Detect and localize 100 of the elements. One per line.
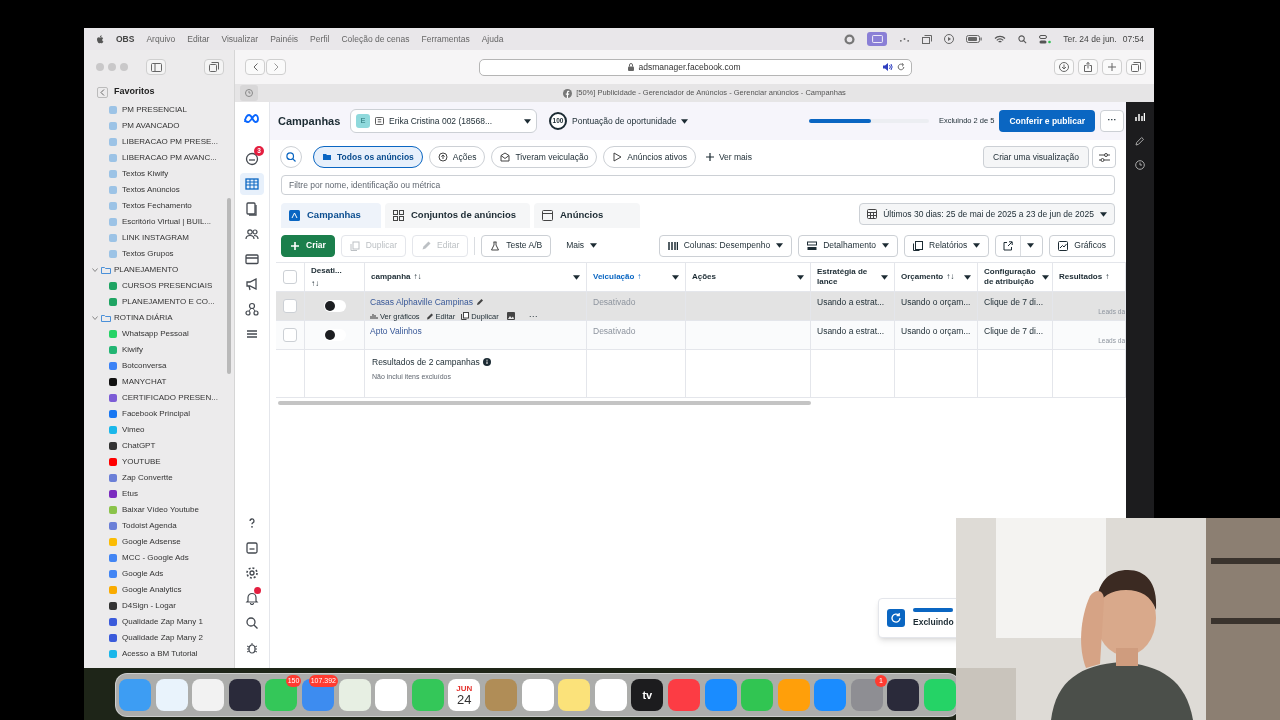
bookmark-item[interactable]: Whatsapp Pessoal <box>84 326 234 342</box>
bookmark-item[interactable]: CERTIFICADO PRESEN... <box>84 390 234 406</box>
scrollbar[interactable] <box>227 198 231 374</box>
search-icon[interactable] <box>1018 34 1028 44</box>
filter-chip[interactable]: Anúncios ativos <box>603 146 696 168</box>
bookmark-item[interactable]: MANYCHAT <box>84 374 234 390</box>
column-header[interactable]: Ações <box>686 263 811 292</box>
bookmark-item[interactable]: Kiwify <box>84 342 234 358</box>
see-more-button[interactable]: Ver mais <box>701 146 756 168</box>
speaker-icon[interactable] <box>883 63 893 71</box>
filter-chip[interactable]: Todos os anúncios <box>313 146 423 168</box>
dots-icon[interactable] <box>899 35 911 43</box>
bookmark-item[interactable]: CURSOS PRESENCIAIS <box>84 278 234 294</box>
sidebar-toggle[interactable] <box>146 59 166 75</box>
bookmark-item[interactable]: ChatGPT <box>84 438 234 454</box>
sort-indicator[interactable]: ↑↓ <box>946 272 955 282</box>
tab[interactable]: Conjuntos de anúncios <box>385 203 530 228</box>
toolbar-button[interactable]: Teste A/B <box>481 234 552 257</box>
checkbox[interactable] <box>283 270 297 284</box>
share-button[interactable] <box>1078 59 1098 75</box>
sort-indicator[interactable]: ↑↓ <box>311 278 319 289</box>
bookmark-item[interactable]: Textos Fechamento <box>84 198 234 214</box>
campaign-link[interactable]: Apto Valinhos <box>370 325 422 338</box>
download-button[interactable] <box>1054 59 1074 75</box>
column-header[interactable]: Estratégia de lance <box>811 263 895 292</box>
more-actions-button[interactable]: ··· <box>528 312 538 321</box>
column-header[interactable]: Orçamento ↑↓ <box>895 263 978 292</box>
bookmark-item[interactable]: Google Adsense <box>84 534 234 550</box>
bookmark-item[interactable]: LIBERACAO PM PRESE... <box>84 134 234 150</box>
create-view-button[interactable]: Criar uma visualização <box>983 146 1089 168</box>
horizontal-scrollbar[interactable] <box>278 401 811 405</box>
bookmark-item[interactable]: PM PRESENCIAL <box>84 102 234 118</box>
bookmark-item[interactable]: Todoist Agenda <box>84 518 234 534</box>
tab-overview-button[interactable] <box>1126 59 1146 75</box>
toolbar-button[interactable]: Colunas: Desempenho <box>658 234 793 257</box>
bookmark-item[interactable]: Google Ads <box>84 566 234 582</box>
bookmark-item[interactable]: MCC - Google Ads <box>84 550 234 566</box>
bookmark-item[interactable]: Google Analytics <box>84 582 234 598</box>
campaign-link[interactable]: Casas Alphaville Campinas <box>370 296 473 309</box>
window-icon[interactable] <box>922 34 933 44</box>
menu-item[interactable]: Coleção de cenas <box>341 32 410 46</box>
bookmark-item[interactable]: Etus <box>84 486 234 502</box>
toolbar-button[interactable]: Detalhamento <box>798 234 899 257</box>
bookmark-item[interactable]: LINK INSTAGRAM <box>84 230 234 246</box>
toolbar-button[interactable]: Relatórios <box>904 234 990 257</box>
app-icon[interactable]: JUN 24 <box>448 679 481 711</box>
bookmark-item[interactable]: Acesso a BM Tutorial <box>84 646 234 662</box>
checkbox[interactable] <box>283 299 297 313</box>
bookmark-item[interactable]: Escritório Virtual | BUIL... <box>84 214 234 230</box>
more-button[interactable]: ··· <box>1100 110 1124 132</box>
app-menu[interactable]: OBS <box>116 32 135 46</box>
menu-item[interactable]: Painéis <box>270 32 299 46</box>
menu-item[interactable]: Ajuda <box>481 32 504 46</box>
chart-icon[interactable] <box>1135 112 1145 122</box>
tab-button[interactable] <box>240 85 258 101</box>
column-header[interactable]: Desati... ↑↓ <box>305 263 365 292</box>
menu-item[interactable]: Arquivo <box>146 32 176 46</box>
app-icon[interactable]: tv <box>631 679 664 711</box>
wifi-icon[interactable] <box>994 34 1007 44</box>
bookmark-folder[interactable]: ROTINA DIÁRIA <box>84 310 234 326</box>
settings-button[interactable] <box>1092 146 1116 168</box>
publish-button[interactable]: Conferir e publicar <box>999 110 1095 132</box>
bookmark-folder[interactable]: PLANEJAMENTO <box>84 262 234 278</box>
search-field[interactable]: Filtre por nome, identificação ou métrica <box>281 175 1115 195</box>
bookmark-item[interactable]: Qualidade Zap Many 1 <box>84 614 234 630</box>
bookmark-item[interactable]: Textos Grupos <box>84 246 234 262</box>
bookmark-item[interactable]: Vimeo <box>84 422 234 438</box>
back-button[interactable] <box>245 59 265 75</box>
campaigns-button[interactable] <box>240 173 264 195</box>
bookmark-item[interactable]: Textos Kiwify <box>84 166 234 182</box>
menu-item[interactable]: Ferramentas <box>421 32 470 46</box>
obs-icon[interactable] <box>844 33 856 45</box>
pencil-icon[interactable] <box>1135 136 1145 146</box>
bookmark-item[interactable]: Qualidade Zap Many 2 <box>84 630 234 646</box>
sort-indicator[interactable]: ↑ <box>1105 272 1110 282</box>
image-icon[interactable] <box>506 312 515 321</box>
play-icon[interactable] <box>944 34 955 44</box>
column-header[interactable]: Resultados ↑ <box>1053 263 1126 292</box>
clock-icon[interactable] <box>1135 160 1145 170</box>
toolbar-button[interactable]: Gráficos <box>1049 234 1115 257</box>
bookmark-item[interactable]: PLANEJAMENTO E CO... <box>84 294 234 310</box>
date-range-picker[interactable]: Últimos 30 dias: 25 de mai de 2025 a 23 de jun de 2025 <box>859 203 1115 225</box>
column-header[interactable]: campanha ↑↓ <box>365 263 587 292</box>
menu-item[interactable]: Perfil <box>310 32 330 46</box>
sort-indicator[interactable]: ↑ <box>637 272 642 282</box>
menu-item[interactable]: Visualizar <box>221 32 259 46</box>
new-tab-group-button[interactable] <box>204 59 224 75</box>
app-icon[interactable] <box>228 679 261 711</box>
toggle-switch[interactable] <box>323 329 346 341</box>
bookmark-item[interactable]: LIBERACAO PM AVANC... <box>84 150 234 166</box>
bookmark-item[interactable]: D4Sign - Logar <box>84 598 234 614</box>
bookmark-item[interactable]: Zap Convertte <box>84 470 234 486</box>
bookmark-item[interactable]: Botconversa <box>84 358 234 374</box>
menu-item[interactable]: Editar <box>187 32 210 46</box>
control-center-icon[interactable] <box>1039 34 1052 44</box>
bookmark-item[interactable]: Textos Anúncios <box>84 182 234 198</box>
filter-chip[interactable]: Tiveram veiculação <box>491 146 598 168</box>
toolbar-button[interactable]: Criar <box>281 234 335 257</box>
screen-share-button[interactable] <box>867 32 888 46</box>
export-button[interactable] <box>995 234 1044 257</box>
